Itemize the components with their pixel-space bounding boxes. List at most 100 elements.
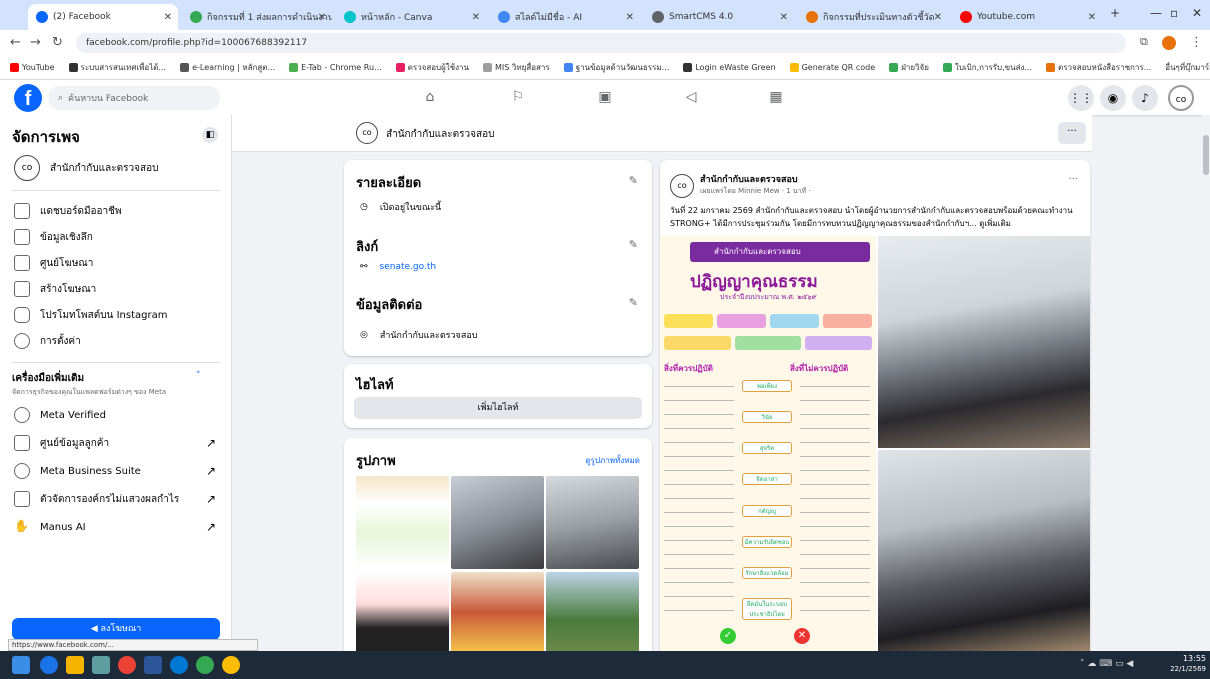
bookmark-item[interactable]: ตรวจสอบหนังสือราชการ... [1046, 61, 1151, 74]
apps-menu-icon[interactable]: ⋮⋮ [1068, 85, 1094, 111]
windows-start-icon[interactable] [12, 656, 30, 674]
new-tab-button[interactable]: + [1110, 6, 1120, 20]
megaphone-icon[interactable]: ◁ [683, 89, 699, 105]
customer-icon [14, 435, 30, 451]
tab-3[interactable]: หน้าหลัก - Canva ✕ [336, 4, 486, 30]
post-poster-image[interactable]: สำนักกำกับและตรวจสอบ ปฏิญญาคุณธรรม ประจำ… [660, 236, 876, 651]
maximize-icon[interactable]: ▫ [1170, 6, 1178, 20]
post-meeting-photo[interactable] [878, 236, 1090, 448]
tool-nonprofit-manager[interactable]: ตัวจัดการองค์กรไม่แสวงผลกำไร ↗ [14, 491, 224, 507]
url-input[interactable]: facebook.com/profile.php?id=100067688392… [76, 33, 1126, 53]
video-icon[interactable]: ▣ [597, 89, 613, 105]
see-all-photos-link[interactable]: ดูรูปภาพทั้งหมด [585, 454, 640, 467]
chrome-icon[interactable] [118, 656, 136, 674]
advertise-button[interactable]: ◀ ลงโฆษณา [12, 618, 220, 640]
edit-icon[interactable]: ✎ [629, 238, 638, 251]
home-icon[interactable]: ⌂ [422, 89, 438, 105]
clock-date[interactable]: 22/1/2569 [1160, 665, 1206, 673]
tool-business-suite[interactable]: Meta Business Suite ↗ [14, 463, 224, 479]
notifications-icon[interactable]: ♪ [1132, 85, 1158, 111]
photo-thumbnail[interactable] [356, 572, 449, 651]
sidebar-item-insights[interactable]: ข้อมูลเชิงลึก [14, 229, 224, 245]
collapse-sidebar-icon[interactable]: ◧ [202, 127, 218, 143]
bookmark-item[interactable]: ใบเบิก,การรับ,ขนส่ง... [942, 61, 1032, 74]
tray-icons[interactable]: ˄ ☁ ⌨ ▭ ◀ [1080, 659, 1133, 669]
edit-icon[interactable]: ✎ [629, 296, 638, 309]
edit-icon[interactable]: ✎ [629, 174, 638, 187]
photo-thumbnail[interactable] [546, 572, 639, 651]
forward-icon[interactable]: → [30, 35, 41, 50]
profile-avatar-icon[interactable]: co [1168, 85, 1194, 111]
tab-7[interactable]: Youtube.com ✕ [952, 4, 1102, 30]
clock-time[interactable]: 13:55 [1170, 654, 1206, 663]
tab-4[interactable]: สไลด์ไม่มีชื่อ - AI ✕ [490, 4, 640, 30]
extensions-icon[interactable]: ⧉ [1140, 35, 1148, 49]
tab-6[interactable]: กิจกรรมที่ประเมินทางตัวชี้วัด ✕ [798, 4, 948, 30]
close-tab-icon[interactable]: ✕ [934, 12, 942, 23]
close-tab-icon[interactable]: ✕ [164, 12, 172, 23]
photo-thumbnail[interactable] [451, 572, 544, 651]
close-window-icon[interactable]: ✕ [1192, 6, 1202, 20]
bookmark-item[interactable]: e-Learning | หลักสูต... [180, 61, 275, 74]
photo-thumbnail[interactable] [451, 476, 544, 569]
bookmark-item[interactable]: ฝ่ายวิจัย [889, 61, 929, 74]
flag-icon[interactable]: ⚐ [510, 89, 526, 105]
page-scrollbar[interactable] [1202, 115, 1210, 651]
close-tab-icon[interactable]: ✕ [626, 12, 634, 23]
link-row[interactable]: ⚯ senate.go.th [360, 262, 436, 272]
external-link-icon: ↗ [205, 436, 216, 450]
close-tab-icon[interactable]: ✕ [472, 12, 480, 23]
reload-icon[interactable]: ↻ [52, 35, 63, 50]
bookmark-item[interactable]: MIS วิทยุสื่อสาร [482, 61, 550, 74]
other-bookmarks[interactable]: อื่นๆที่บุ๊กมาร์ก [1165, 61, 1210, 74]
post-author[interactable]: สำนักกำกับและตรวจสอบ [700, 172, 798, 186]
post-options-icon[interactable]: ··· [1068, 174, 1078, 185]
close-tab-icon[interactable]: ✕ [780, 12, 788, 23]
sidebar-page-profile[interactable]: co สำนักกำกับและตรวจสอบ [14, 155, 224, 181]
tool-meta-verified[interactable]: Meta Verified [14, 407, 224, 423]
bookmark-item[interactable]: YouTube [10, 63, 55, 72]
tool-manus-ai[interactable]: ✋ Manus AI ↗ [14, 519, 224, 535]
calendar-icon[interactable]: ▦ [768, 89, 784, 105]
bookmark-item[interactable]: ตรวจสอบผู้ใช้งาน [395, 61, 469, 74]
facebook-logo-icon[interactable]: f [14, 84, 42, 112]
tool-customer-center[interactable]: ศูนย์ข้อมูลลูกค้า ↗ [14, 435, 224, 451]
post-meeting-photo[interactable] [878, 450, 1090, 651]
bookmark-item[interactable]: ฐานข้อมูลด้านวัฒนธรรม... [563, 61, 669, 74]
photo-thumbnail[interactable] [546, 476, 639, 569]
sidebar-item-instagram[interactable]: โปรโมทโพสต์บน Instagram [14, 307, 224, 323]
post-author-avatar-icon[interactable]: co [670, 174, 694, 198]
edge-icon[interactable] [40, 656, 58, 674]
close-tab-icon[interactable]: ✕ [1088, 12, 1096, 23]
tab-2[interactable]: กิจกรรมที่ 1 ส่งผลการดำเนินงานเผยแพร่✕ [182, 4, 332, 30]
bookmark-item[interactable]: Login eWaste Green [683, 63, 776, 72]
back-icon[interactable]: ← [10, 35, 21, 50]
mail-icon[interactable] [144, 656, 162, 674]
tab-facebook[interactable]: (2) Facebook ✕ [28, 4, 178, 30]
messenger-icon[interactable]: ◉ [1100, 85, 1126, 111]
sidebar-item-settings[interactable]: การตั้งค่า [14, 333, 224, 349]
sidebar-item-ad-center[interactable]: ศูนย์โฆษณา [14, 255, 224, 271]
scrollbar-thumb[interactable] [1203, 135, 1209, 175]
bookmark-item[interactable]: ระบบสารสนเทศเพื่อได้... [68, 61, 166, 74]
sidebar-item-dashboard[interactable]: แดชบอร์ดมืออาชีพ [14, 203, 224, 219]
minimize-icon[interactable]: — [1150, 6, 1162, 20]
bookmark-item[interactable]: Generate QR code [789, 63, 875, 72]
more-options-button[interactable]: ··· [1058, 122, 1086, 144]
chevron-up-icon[interactable]: ˄ [196, 371, 201, 381]
sidebar-item-create-ad[interactable]: สร้างโฆษณา [14, 281, 224, 297]
store-icon[interactable] [92, 656, 110, 674]
page-avatar-icon[interactable]: co [356, 122, 378, 144]
app-icon[interactable] [170, 656, 188, 674]
bookmark-item[interactable]: E-Tab - Chrome Ru... [289, 63, 382, 72]
chrome-icon[interactable] [222, 656, 240, 674]
tab-5[interactable]: SmartCMS 4.0 ✕ [644, 4, 794, 30]
add-highlight-button[interactable]: เพิ่มไฮไลท์ [354, 397, 642, 419]
close-tab-icon[interactable]: ✕ [318, 12, 326, 23]
file-explorer-icon[interactable] [66, 656, 84, 674]
app-icon[interactable] [196, 656, 214, 674]
menu-icon[interactable]: ⋮ [1190, 35, 1203, 50]
facebook-search-input[interactable]: ⌕ ค้นหาบน Facebook [48, 86, 220, 110]
profile-icon[interactable] [1162, 36, 1176, 50]
photo-thumbnail[interactable] [356, 476, 449, 569]
